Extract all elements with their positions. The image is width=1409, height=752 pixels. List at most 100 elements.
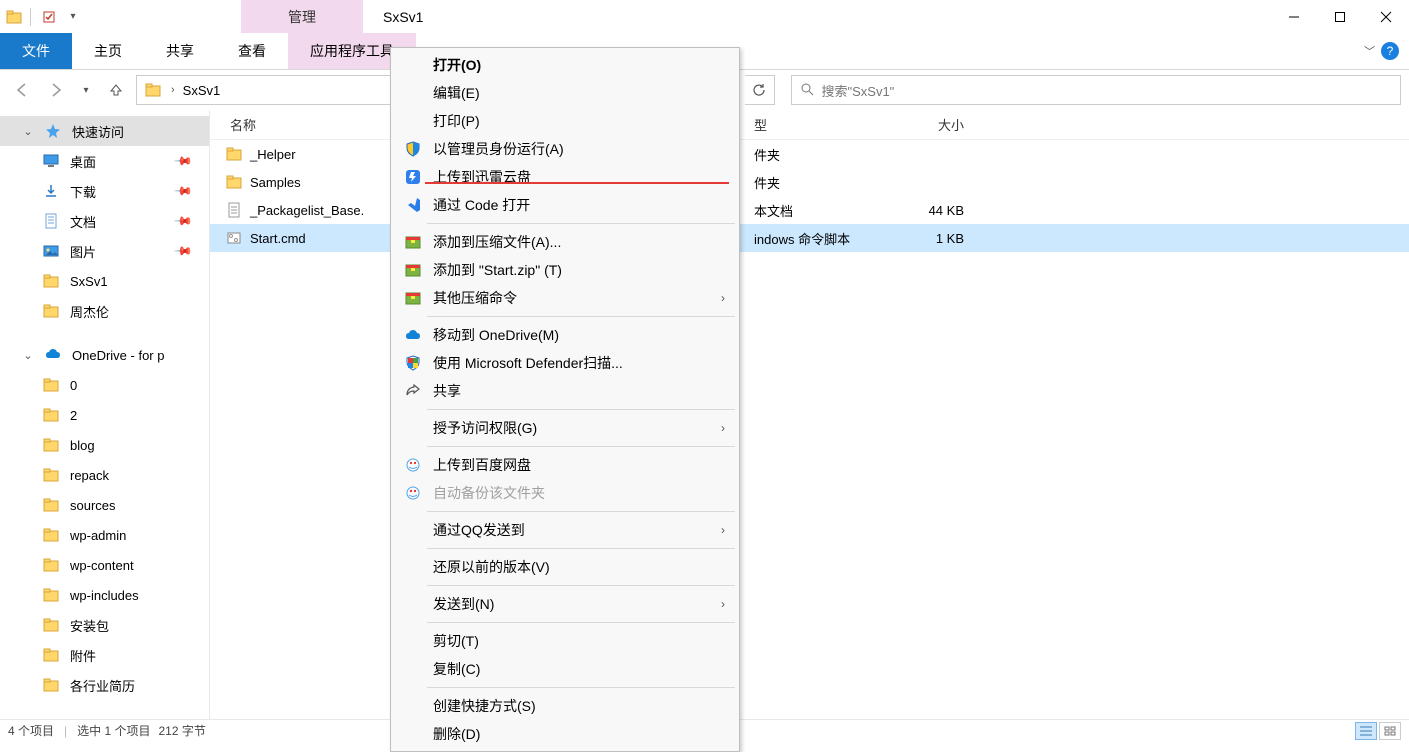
tab-file[interactable]: 文件 bbox=[0, 33, 72, 69]
sidebar-item[interactable]: blog bbox=[0, 430, 209, 460]
menu-item-label: 添加到 "Start.zip" (T) bbox=[433, 260, 725, 280]
baidu-icon bbox=[403, 486, 423, 500]
menu-item[interactable]: 上传到迅雷云盘 bbox=[393, 163, 737, 191]
sidebar-item[interactable]: SxSv1 bbox=[0, 266, 209, 296]
xunlei-icon bbox=[403, 169, 423, 185]
sidebar-item-label: 文档 bbox=[70, 212, 96, 231]
pin-icon: 📌 bbox=[173, 151, 193, 171]
file-size: 1 KB bbox=[884, 231, 964, 246]
menu-separator bbox=[427, 585, 735, 586]
app-folder-icon bbox=[6, 9, 22, 25]
menu-item[interactable]: 通过 Code 打开 bbox=[393, 191, 737, 219]
sidebar-item[interactable]: 2 bbox=[0, 400, 209, 430]
sidebar-item-label: 2 bbox=[70, 408, 77, 423]
menu-separator bbox=[427, 511, 735, 512]
menu-item-label: 使用 Microsoft Defender扫描... bbox=[433, 353, 725, 373]
menu-item[interactable]: 打开(O) bbox=[393, 51, 737, 79]
file-size: 44 KB bbox=[884, 203, 964, 218]
menu-item[interactable]: 以管理员身份运行(A) bbox=[393, 135, 737, 163]
sidebar-item-label: 各行业简历 bbox=[70, 676, 135, 695]
folder-icon bbox=[42, 617, 60, 633]
menu-item[interactable]: 共享 bbox=[393, 377, 737, 405]
doc-icon bbox=[42, 213, 60, 229]
qat-dropdown-icon[interactable]: ▾ bbox=[63, 7, 83, 27]
menu-item[interactable]: 打印(P) bbox=[393, 107, 737, 135]
close-button[interactable] bbox=[1363, 0, 1409, 33]
sidebar-item-label: 桌面 bbox=[70, 152, 96, 171]
sidebar-item-label: wp-admin bbox=[70, 528, 126, 543]
sidebar-item[interactable]: 桌面 📌 bbox=[0, 146, 209, 176]
menu-item[interactable]: 删除(D) bbox=[393, 720, 737, 748]
sidebar-item[interactable]: 安装包 bbox=[0, 610, 209, 640]
menu-item-label: 打印(P) bbox=[433, 111, 725, 131]
sidebar-item-label: wp-content bbox=[70, 558, 134, 573]
column-size[interactable]: 大小 bbox=[884, 115, 964, 134]
sidebar-item[interactable]: 下载📌 bbox=[0, 176, 209, 206]
menu-item[interactable]: 添加到压缩文件(A)... bbox=[393, 228, 737, 256]
menu-item[interactable]: 使用 Microsoft Defender扫描... bbox=[393, 349, 737, 377]
address-chevron-icon[interactable]: › bbox=[171, 84, 175, 96]
sidebar-item[interactable]: 周杰伦 bbox=[0, 296, 209, 326]
sidebar-item-label: 0 bbox=[70, 378, 77, 393]
view-large-icons-button[interactable] bbox=[1379, 722, 1401, 740]
back-button[interactable] bbox=[8, 76, 36, 104]
menu-item[interactable]: 发送到(N)› bbox=[393, 590, 737, 618]
chevron-down-icon: ⌄ bbox=[22, 349, 34, 362]
sidebar-item[interactable]: wp-includes bbox=[0, 580, 209, 610]
contextual-tab-manage[interactable]: 管理 bbox=[241, 0, 363, 33]
menu-item[interactable]: 创建快捷方式(S) bbox=[393, 692, 737, 720]
navigation-pane[interactable]: ⌄ 快速访问 桌面📌下载📌文档📌图片📌SxSv1周杰伦 ⌄ OneDrive -… bbox=[0, 110, 210, 722]
minimize-button[interactable] bbox=[1271, 0, 1317, 33]
sidebar-item[interactable]: wp-admin bbox=[0, 520, 209, 550]
menu-item[interactable]: 添加到 "Start.zip" (T) bbox=[393, 256, 737, 284]
view-details-button[interactable] bbox=[1355, 722, 1377, 740]
tab-share[interactable]: 共享 bbox=[144, 33, 216, 69]
menu-item-label: 删除(D) bbox=[433, 724, 725, 744]
up-button[interactable] bbox=[102, 76, 130, 104]
menu-item[interactable]: 还原以前的版本(V) bbox=[393, 553, 737, 581]
menu-separator bbox=[427, 622, 735, 623]
recent-dropdown[interactable]: ▾ bbox=[76, 76, 96, 104]
menu-item[interactable]: 复制(C) bbox=[393, 655, 737, 683]
sidebar-quick-access[interactable]: ⌄ 快速访问 bbox=[0, 116, 209, 146]
tab-home[interactable]: 主页 bbox=[72, 33, 144, 69]
tab-view[interactable]: 查看 bbox=[216, 33, 288, 69]
sidebar-item[interactable]: 图片📌 bbox=[0, 236, 209, 266]
sidebar-item[interactable]: 0 bbox=[0, 370, 209, 400]
menu-item-label: 自动备份该文件夹 bbox=[433, 483, 725, 503]
menu-item[interactable]: 移动到 OneDrive(M) bbox=[393, 321, 737, 349]
sidebar-item[interactable]: 文档📌 bbox=[0, 206, 209, 236]
sidebar-item[interactable]: wp-content bbox=[0, 550, 209, 580]
txt-icon bbox=[224, 202, 244, 218]
sidebar-item[interactable]: 各行业简历 bbox=[0, 670, 209, 700]
sidebar-item[interactable]: repack bbox=[0, 460, 209, 490]
menu-item-label: 打开(O) bbox=[433, 55, 725, 75]
qat-properties-icon[interactable] bbox=[39, 7, 59, 27]
share-icon bbox=[403, 383, 423, 399]
sidebar-item[interactable]: sources bbox=[0, 490, 209, 520]
search-box[interactable]: 搜索"SxSv1" bbox=[791, 75, 1402, 105]
menu-item[interactable]: 上传到百度网盘 bbox=[393, 451, 737, 479]
menu-separator bbox=[427, 548, 735, 549]
sidebar-item-label: 下载 bbox=[70, 182, 96, 201]
sidebar-item-label: blog bbox=[70, 438, 95, 453]
refresh-button[interactable] bbox=[745, 75, 775, 105]
menu-item[interactable]: 剪切(T) bbox=[393, 627, 737, 655]
ribbon-expand-icon[interactable]: ﹀ bbox=[1364, 43, 1375, 59]
pin-icon: 📌 bbox=[173, 241, 193, 261]
sidebar-onedrive[interactable]: ⌄ OneDrive - for p bbox=[0, 340, 209, 370]
column-type[interactable]: 型 bbox=[754, 115, 884, 134]
sidebar-item[interactable]: 附件 bbox=[0, 640, 209, 670]
forward-button[interactable] bbox=[42, 76, 70, 104]
help-icon[interactable]: ? bbox=[1381, 42, 1399, 60]
menu-item[interactable]: 授予访问权限(G)› bbox=[393, 414, 737, 442]
monitor-icon bbox=[42, 153, 60, 169]
vscode-icon bbox=[403, 197, 423, 213]
maximize-button[interactable] bbox=[1317, 0, 1363, 33]
status-item-count: 4 个项目 bbox=[8, 722, 54, 739]
menu-item-label: 通过QQ发送到 bbox=[433, 520, 711, 540]
menu-item[interactable]: 通过QQ发送到› bbox=[393, 516, 737, 544]
menu-item[interactable]: 其他压缩命令› bbox=[393, 284, 737, 312]
menu-item[interactable]: 编辑(E) bbox=[393, 79, 737, 107]
folder-icon bbox=[42, 467, 60, 483]
